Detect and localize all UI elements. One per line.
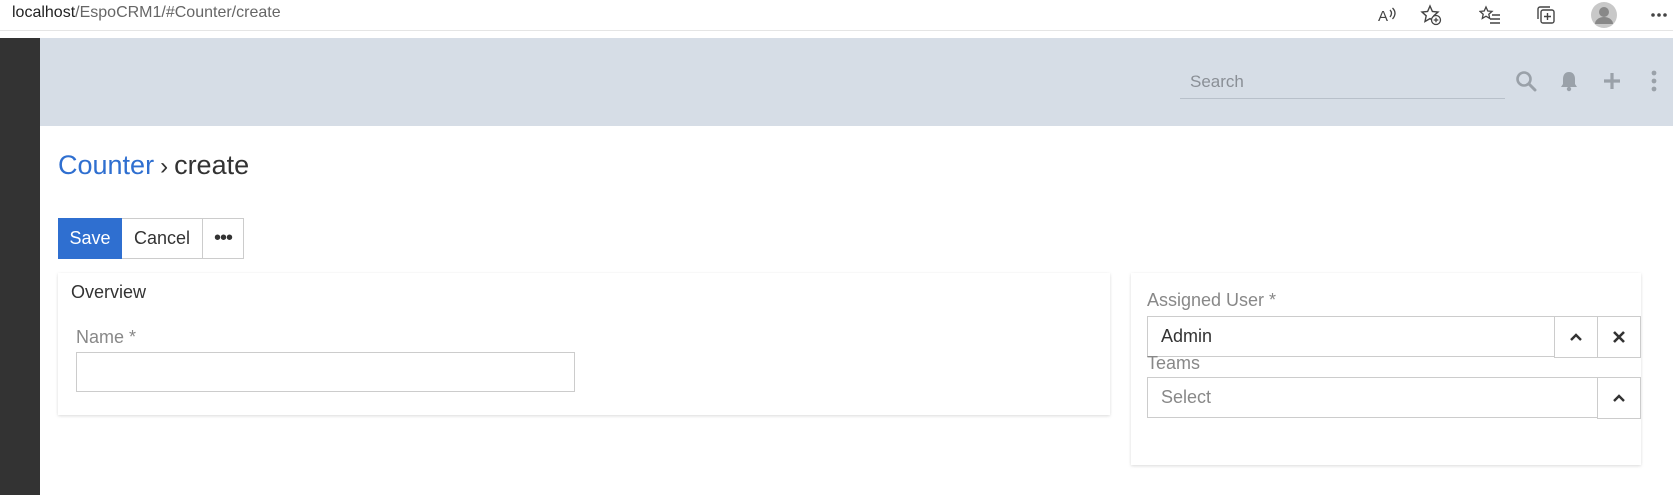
save-button[interactable]: Save [58, 218, 122, 259]
panel-title: Overview [71, 282, 147, 302]
teams-label: Teams [1147, 353, 1201, 373]
bell-icon[interactable] [1554, 66, 1584, 96]
clear-user-button[interactable] [1597, 316, 1641, 358]
favorites-icon[interactable] [1476, 2, 1504, 28]
more-actions-button[interactable]: ••• [203, 218, 244, 259]
read-aloud-icon[interactable]: A [1374, 2, 1400, 28]
overview-panel: Overview Name * [58, 273, 1110, 415]
breadcrumb-separator: › [160, 153, 169, 180]
svg-text:A: A [1378, 8, 1388, 24]
select-user-button[interactable] [1554, 316, 1598, 358]
name-field[interactable] [76, 352, 575, 392]
teams-placeholder: Select [1161, 387, 1212, 407]
url-host: localhost [12, 4, 76, 21]
page-title: create [174, 150, 250, 180]
assigned-user-field[interactable]: Admin [1147, 316, 1641, 358]
name-label: Name * [76, 327, 137, 347]
chevron-up-icon [1613, 394, 1625, 402]
url-path: /EspoCRM1/#Counter/create [75, 4, 281, 21]
profile-icon[interactable] [1588, 2, 1620, 28]
side-panel: Assigned User * Admin Teams Select [1131, 273, 1641, 465]
close-icon [1613, 331, 1625, 343]
plus-icon[interactable] [1597, 66, 1627, 96]
side-navbar [0, 38, 40, 495]
teams-field[interactable]: Select [1147, 377, 1641, 419]
action-toolbar: Save Cancel ••• [58, 218, 244, 259]
search-icon[interactable] [1511, 66, 1541, 96]
breadcrumb-counter-link[interactable]: Counter [58, 150, 154, 180]
breadcrumb: Counter › create [58, 150, 249, 181]
chevron-up-icon [1570, 333, 1582, 341]
favorite-add-icon[interactable] [1418, 2, 1444, 28]
cancel-button[interactable]: Cancel [122, 218, 203, 259]
assigned-user-value: Admin [1161, 326, 1213, 346]
select-teams-button[interactable] [1597, 377, 1641, 419]
collections-icon[interactable] [1532, 2, 1560, 28]
search-input[interactable] [1180, 65, 1505, 99]
assigned-user-label: Assigned User * [1147, 290, 1277, 310]
kebab-menu-icon[interactable] [1639, 66, 1669, 96]
more-icon[interactable] [1648, 2, 1670, 28]
address-bar[interactable]: localhost/EspoCRM1/#Counter/create [12, 4, 281, 22]
browser-toolbar: localhost/EspoCRM1/#Counter/create A [0, 0, 1673, 31]
